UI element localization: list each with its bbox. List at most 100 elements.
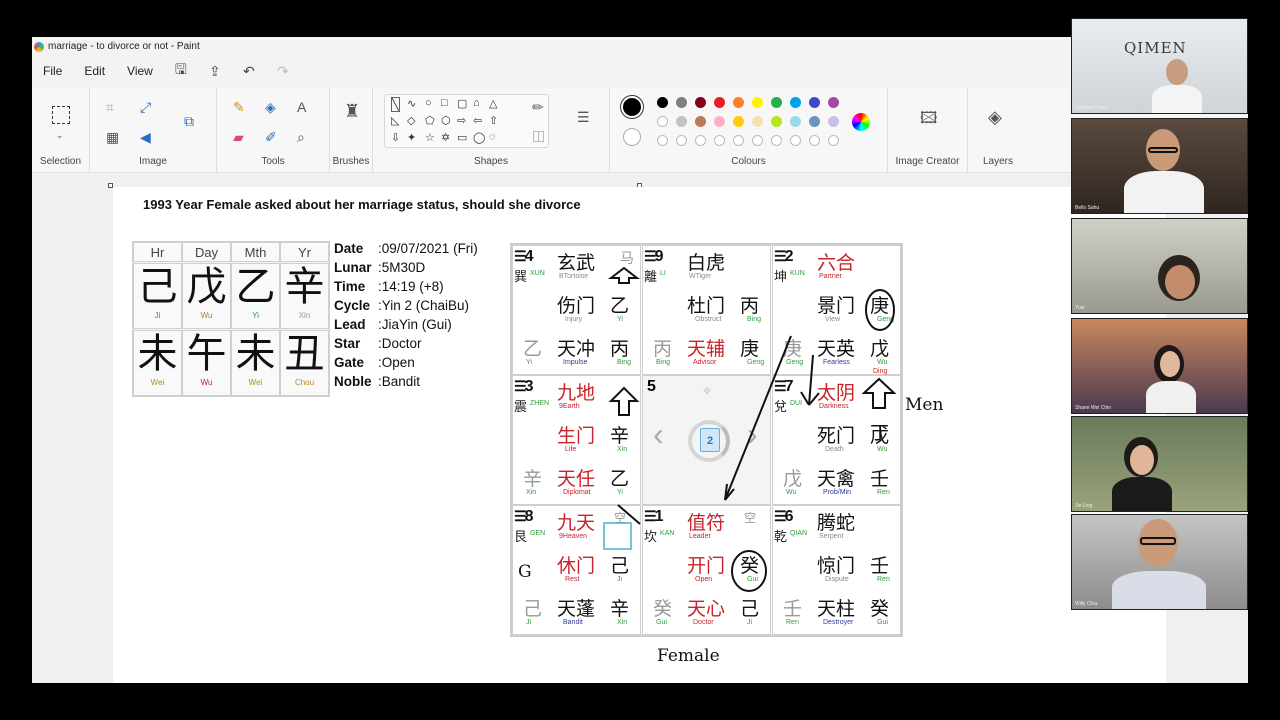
- rectangle-shape-icon[interactable]: □: [441, 97, 448, 109]
- select-pattern-icon[interactable]: ▦: [106, 129, 119, 145]
- participant-tile[interactable]: Shane Wei Chin: [1071, 318, 1248, 414]
- outline-icon[interactable]: ✏: [532, 99, 544, 115]
- colour-swatch[interactable]: [657, 116, 668, 127]
- share-icon[interactable]: ⇪: [198, 63, 232, 80]
- colour-swatch[interactable]: [752, 116, 763, 127]
- colour-swatch[interactable]: [828, 97, 839, 108]
- hexagon-shape-icon[interactable]: ⬡: [441, 114, 451, 127]
- shapes-gallery[interactable]: ╲ ∿ ○ □ ▢ ⌂ △ ◺ ◇ ⬠ ⬡ ⇨ ⇦ ⇧ ⇩ ✦ ☆ ✡ ▭ ◯: [384, 94, 549, 148]
- fill-icon[interactable]: ◈: [265, 99, 276, 115]
- diamond-shape-icon[interactable]: ◇: [407, 114, 415, 127]
- arrow-up-shape-icon[interactable]: ⇧: [489, 114, 498, 127]
- colour-swatch[interactable]: [657, 97, 668, 108]
- colour1-swatch[interactable]: [621, 96, 643, 118]
- polygon-shape-icon[interactable]: ⌂: [473, 97, 480, 109]
- magnifier-icon[interactable]: ⌕: [297, 129, 305, 145]
- color-picker-icon[interactable]: ✐: [265, 129, 277, 145]
- size-icon[interactable]: ☰: [577, 109, 590, 125]
- colour-swatch[interactable]: [790, 116, 801, 127]
- custom-colour-swatch[interactable]: [714, 135, 725, 146]
- colour-swatch[interactable]: [714, 116, 725, 127]
- colour-swatch[interactable]: [733, 97, 744, 108]
- chevron-down-icon[interactable]: ⌄: [56, 127, 64, 143]
- edit-colours-icon[interactable]: [852, 113, 870, 131]
- colour-swatch[interactable]: [676, 97, 687, 108]
- earth-stem-pinyin: Wu: [877, 359, 888, 366]
- deity-label: Partner: [819, 273, 842, 280]
- cloud-callout-shape-icon[interactable]: ◌: [489, 131, 496, 143]
- selection-icon[interactable]: [52, 106, 70, 124]
- oval-callout-shape-icon[interactable]: ◯: [473, 131, 485, 144]
- earth-stem-pinyin: Geng: [747, 359, 765, 366]
- custom-colour-swatch[interactable]: [828, 135, 839, 146]
- resize-icon[interactable]: ⤢: [140, 99, 151, 115]
- arrow-left-shape-icon[interactable]: ⇦: [473, 114, 482, 127]
- colour-swatch[interactable]: [828, 116, 839, 127]
- background-removal-icon[interactable]: ⧉: [184, 113, 194, 129]
- custom-colour-swatch[interactable]: [752, 135, 763, 146]
- fill-style-icon[interactable]: ◫: [532, 127, 545, 143]
- five-star-shape-icon[interactable]: ☆: [425, 131, 435, 144]
- redo-icon[interactable]: ↷: [266, 63, 300, 80]
- gua-name: 艮: [514, 530, 528, 545]
- door: 惊门: [817, 555, 856, 577]
- colour-swatch[interactable]: [771, 97, 782, 108]
- oval-shape-icon[interactable]: ○: [425, 97, 432, 109]
- colour-swatch[interactable]: [771, 116, 782, 127]
- brush-icon[interactable]: ♜: [344, 102, 360, 120]
- custom-colour-swatch[interactable]: [657, 135, 668, 146]
- drawing-canvas[interactable]: 1993 Year Female asked about her marriag…: [113, 187, 1166, 683]
- custom-colour-swatch[interactable]: [676, 135, 687, 146]
- callout-shape-icon[interactable]: ▭: [457, 131, 467, 144]
- colour-swatch[interactable]: [695, 116, 706, 127]
- arrow-down-shape-icon[interactable]: ⇩: [391, 131, 400, 144]
- triangle-shape-icon[interactable]: △: [489, 97, 497, 110]
- colour-swatch[interactable]: [733, 116, 744, 127]
- trigram-icon: ☰: [514, 248, 526, 264]
- custom-colour-swatch[interactable]: [771, 135, 782, 146]
- palace-3: ☰3 震 ZHEN 九地 9Earth 生门 Life 天任 Diplomat 辛 Xin 乙 Yi 辛 X…: [512, 375, 641, 505]
- pillar-branch: 未 Wei: [133, 330, 182, 396]
- participant-tile[interactable]: Yusi: [1071, 218, 1248, 314]
- menu-view[interactable]: View: [116, 64, 164, 78]
- pentagon-shape-icon[interactable]: ⬠: [425, 114, 435, 127]
- crop-icon[interactable]: ⌗: [106, 99, 114, 115]
- rounded-rect-shape-icon[interactable]: ▢: [457, 97, 467, 110]
- participant-tile[interactable]: Jie Ling: [1071, 416, 1248, 512]
- eraser-icon[interactable]: ▰: [233, 129, 244, 145]
- colour2-swatch[interactable]: [623, 128, 641, 146]
- custom-colour-swatch[interactable]: [790, 135, 801, 146]
- right-triangle-shape-icon[interactable]: ◺: [391, 114, 399, 127]
- menu-edit[interactable]: Edit: [73, 64, 116, 78]
- participant-tile[interactable]: QIMEN Qingbao Chen: [1071, 18, 1248, 114]
- custom-colour-swatch[interactable]: [695, 135, 706, 146]
- image-creator-icon[interactable]: 🖾: [920, 111, 937, 127]
- custom-colour-swatch[interactable]: [809, 135, 820, 146]
- six-star-shape-icon[interactable]: ✡: [441, 131, 450, 144]
- participant-tile[interactable]: Willy Chia: [1071, 514, 1248, 610]
- save-icon[interactable]: 🖫: [164, 59, 198, 83]
- earth-stem: 辛: [610, 598, 630, 620]
- colour-swatch[interactable]: [695, 97, 706, 108]
- arrow-right-shape-icon[interactable]: ⇨: [457, 114, 466, 127]
- layers-icon[interactable]: ◈: [988, 108, 1002, 126]
- pencil-icon[interactable]: ✎: [233, 99, 245, 115]
- participant-tile[interactable]: Bello Sahu: [1071, 118, 1248, 214]
- star-label: Impulse: [563, 359, 588, 366]
- colour-swatch[interactable]: [676, 116, 687, 127]
- text-icon[interactable]: A: [297, 99, 306, 115]
- colour-swatch[interactable]: [809, 116, 820, 127]
- door-label: Open: [695, 576, 713, 583]
- menu-file[interactable]: File: [32, 64, 73, 78]
- line-shape-icon[interactable]: ╲: [391, 97, 400, 112]
- four-star-shape-icon[interactable]: ✦: [407, 131, 416, 144]
- colour-swatch[interactable]: [714, 97, 725, 108]
- curve-shape-icon[interactable]: ∿: [407, 97, 416, 110]
- colour-swatch[interactable]: [790, 97, 801, 108]
- rotate-icon[interactable]: ◀: [140, 129, 151, 145]
- undo-icon[interactable]: ↶: [232, 63, 266, 80]
- colour-swatch[interactable]: [752, 97, 763, 108]
- colour-swatch[interactable]: [809, 97, 820, 108]
- custom-colour-swatch[interactable]: [733, 135, 744, 146]
- gua-pinyin: DUI: [790, 400, 803, 407]
